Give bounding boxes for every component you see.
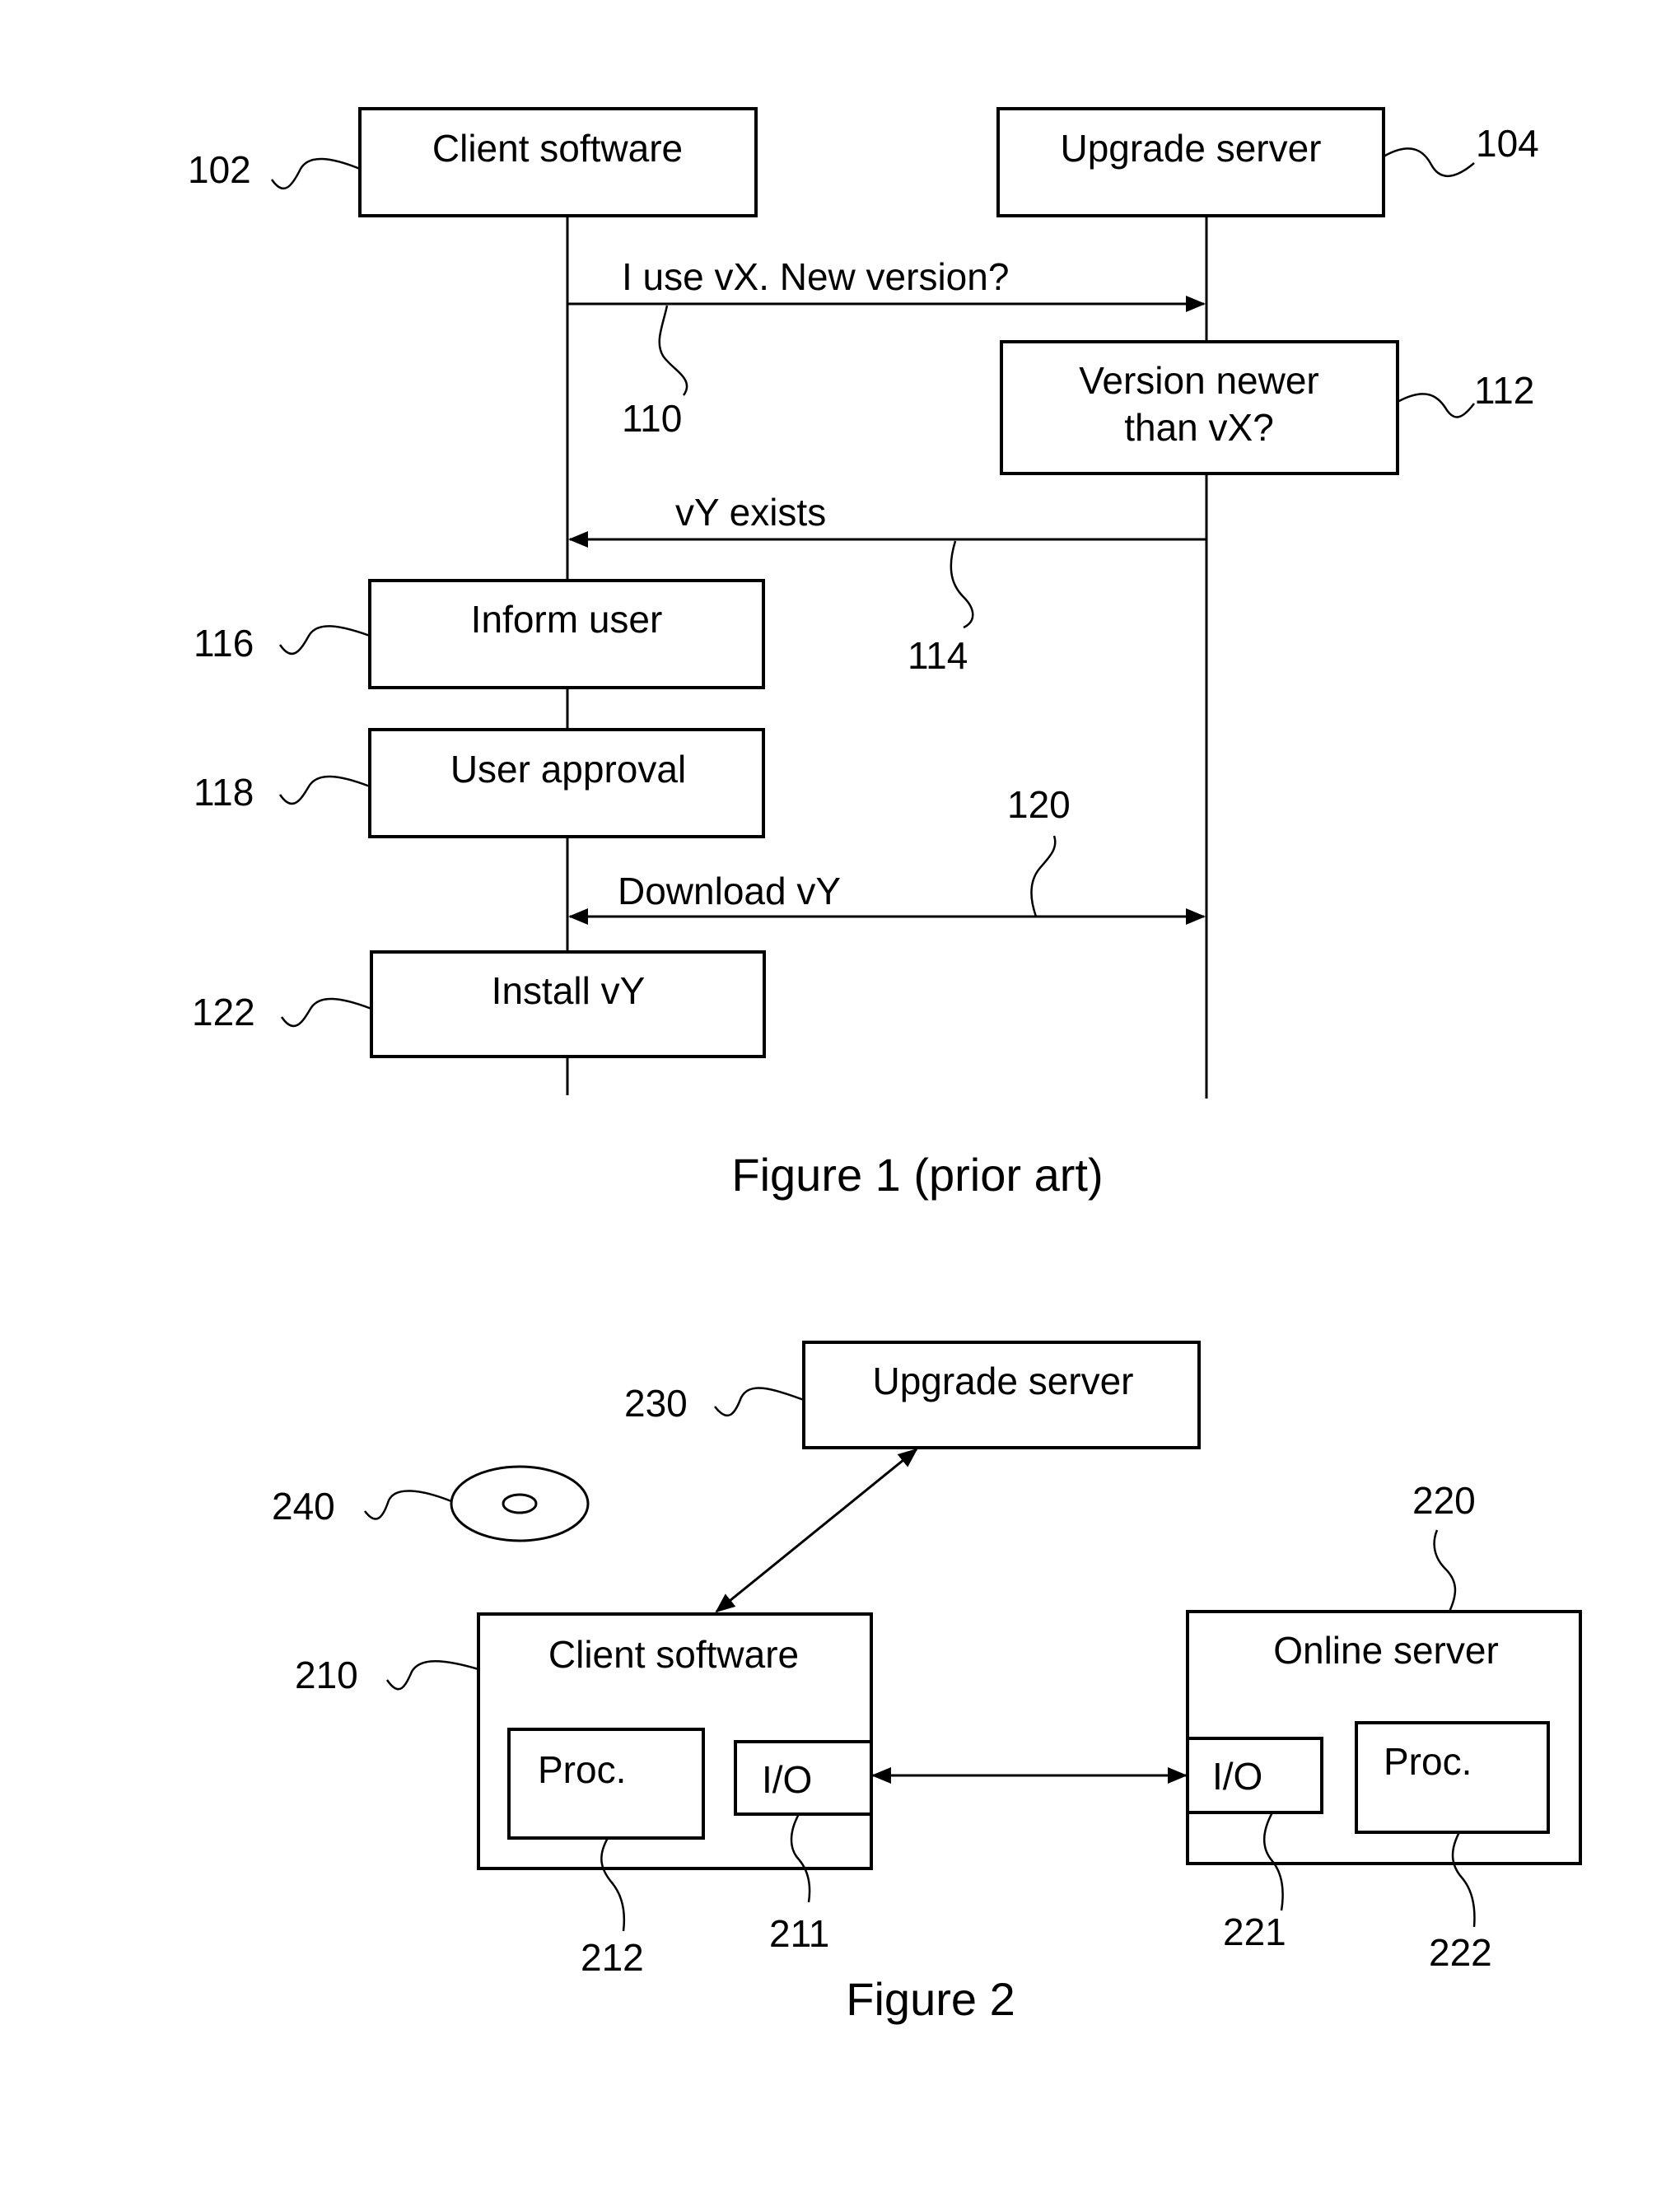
ref-leader-240	[364, 1490, 452, 1520]
upgrade-server-box: Upgrade server	[996, 107, 1385, 217]
client-io-label: I/O	[762, 1758, 812, 1801]
ref-104: 104	[1476, 122, 1539, 165]
ref-leader-118	[278, 775, 371, 805]
ref-221: 221	[1223, 1910, 1286, 1953]
client-software-label: Client software	[432, 127, 683, 170]
client-software-210-label: Client software	[548, 1633, 799, 1676]
client-io-box-211: I/O	[734, 1740, 873, 1816]
ref-leader-122	[280, 997, 372, 1028]
step-112-line1: Version newer	[1079, 359, 1319, 402]
server-io-label: I/O	[1212, 1755, 1262, 1798]
server-proc-box-222: Proc.	[1355, 1721, 1550, 1834]
ref-220: 220	[1412, 1479, 1476, 1522]
client-proc-box-212: Proc.	[507, 1728, 705, 1840]
step-118-label: User approval	[450, 748, 686, 791]
ref-leader-110	[658, 305, 688, 396]
ref-leader-220	[1433, 1529, 1457, 1612]
ref-230: 230	[624, 1382, 688, 1425]
ref-122: 122	[192, 991, 255, 1033]
step-112-line2: than vX?	[1124, 406, 1274, 449]
client-upgrade-link-arrow	[715, 1448, 918, 1613]
ref-112: 112	[1474, 369, 1534, 412]
message-label-110: I use vX. New version?	[622, 255, 1009, 298]
step-116-label: Inform user	[471, 598, 663, 641]
ref-116: 116	[194, 622, 254, 665]
figure-2-caption: Figure 2	[846, 1973, 1015, 2025]
patent-drawing-sheet: Client software 102 Upgrade server 104 I…	[188, 107, 1582, 2025]
ref-leader-230	[714, 1387, 805, 1417]
step-box-116: Inform user	[368, 579, 765, 689]
ref-211: 211	[769, 1912, 829, 1955]
online-server-box-220: Online server I/O Proc.	[1186, 1610, 1582, 1865]
upgrade-server-label: Upgrade server	[1060, 127, 1321, 170]
message-label-120: Download vY	[618, 870, 841, 912]
figure-1-caption: Figure 1 (prior art)	[731, 1149, 1103, 1201]
ref-120: 120	[1007, 783, 1071, 826]
ref-210: 210	[295, 1654, 358, 1696]
upgrade-server-box-230: Upgrade server	[802, 1341, 1201, 1449]
client-proc-label: Proc.	[538, 1748, 626, 1791]
disc-icon	[450, 1465, 590, 1542]
figure-1: Client software 102 Upgrade server 104 I…	[188, 107, 1539, 1201]
client-software-box-210: Client software Proc. I/O	[477, 1612, 873, 1870]
ref-114: 114	[908, 634, 968, 677]
message-label-114: vY exists	[675, 491, 826, 534]
client-software-box: Client software	[358, 107, 758, 217]
figure-2: Upgrade server 230 240 Client software P…	[272, 1341, 1582, 2025]
step-box-112: Version newer than vX?	[1000, 340, 1399, 475]
ref-leader-116	[278, 625, 371, 655]
ref-leader-120	[1030, 835, 1057, 917]
ref-leader-104	[1383, 147, 1475, 178]
ref-leader-102	[270, 157, 361, 190]
ref-240: 240	[272, 1485, 335, 1528]
ref-leader-210	[385, 1660, 479, 1691]
ref-102: 102	[188, 148, 251, 191]
ref-leader-112	[1397, 393, 1475, 418]
step-box-122: Install vY	[370, 950, 766, 1058]
ref-222: 222	[1429, 1931, 1492, 1974]
step-122-label: Install vY	[492, 969, 646, 1012]
step-box-118: User approval	[368, 728, 765, 838]
online-server-220-label: Online server	[1273, 1629, 1499, 1672]
ref-212: 212	[581, 1936, 644, 1979]
server-proc-label: Proc.	[1384, 1740, 1472, 1783]
ref-118: 118	[194, 771, 254, 814]
ref-leader-114	[950, 540, 974, 629]
server-io-box-221: I/O	[1186, 1737, 1323, 1814]
upgrade-server-230-label: Upgrade server	[872, 1360, 1133, 1402]
ref-110: 110	[622, 397, 682, 440]
